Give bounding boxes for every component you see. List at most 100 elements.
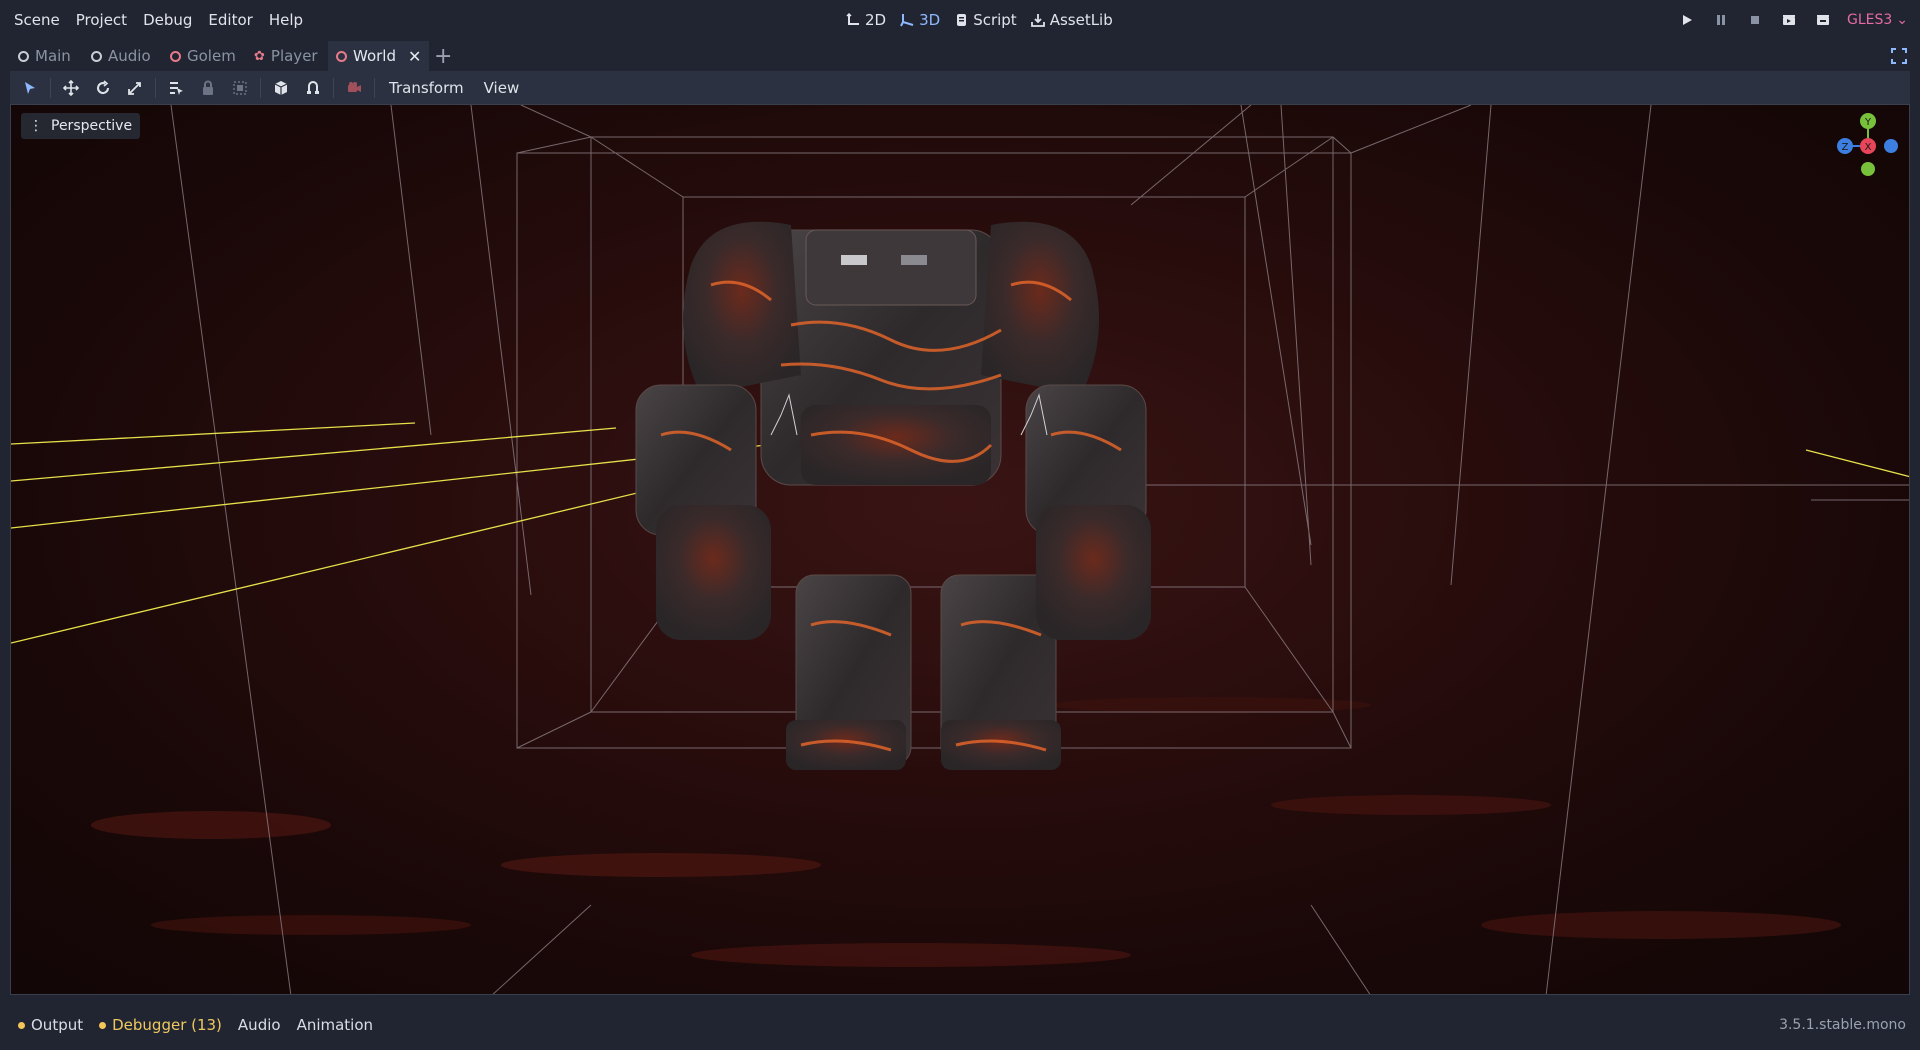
menu-scene[interactable]: Scene: [6, 11, 68, 29]
snap-button[interactable]: [297, 74, 329, 102]
tab-world-label: World: [353, 47, 396, 65]
workspace-switcher: 2D 3D Script AssetLib: [846, 0, 1113, 40]
lock-button[interactable]: [192, 74, 224, 102]
camera-icon: [348, 81, 361, 92]
play-scene-button[interactable]: [1779, 10, 1799, 30]
main-menu: Scene Project Debug Editor Help: [6, 0, 311, 40]
lock-icon: [203, 80, 213, 95]
play-button[interactable]: [1677, 10, 1697, 30]
renderer-label: GLES3: [1846, 12, 1893, 28]
view-gizmo[interactable]: Y Z X: [1833, 111, 1903, 181]
node-ring-icon: [91, 50, 102, 62]
gizmo-x-label: X: [1865, 142, 1872, 153]
script-icon: [957, 14, 967, 26]
menu-project[interactable]: Project: [68, 11, 135, 29]
group-icon: [233, 80, 247, 95]
node-ring-icon: [18, 50, 29, 62]
workspace-assetlib-button[interactable]: AssetLib: [1030, 11, 1113, 29]
stop-button[interactable]: [1745, 10, 1765, 30]
menu-editor[interactable]: Editor: [200, 11, 260, 29]
view-menu[interactable]: View: [474, 79, 530, 97]
toolbar-divider: [333, 77, 334, 98]
pause-button[interactable]: [1711, 10, 1731, 30]
tab-world[interactable]: World ✕: [328, 41, 430, 71]
close-icon[interactable]: ✕: [408, 47, 421, 66]
gizmo-neg-z-icon[interactable]: [1884, 139, 1898, 153]
menu-bar: Scene Project Debug Editor Help 2D 3D Sc…: [0, 0, 1920, 40]
add-tab-button[interactable]: +: [434, 41, 452, 71]
assetlib-icon: [1030, 14, 1045, 27]
tab-main[interactable]: Main: [10, 41, 79, 71]
play-custom-scene-button[interactable]: [1813, 10, 1833, 30]
tab-player-label: Player: [270, 47, 318, 65]
scale-icon: [128, 81, 141, 95]
move-icon: [63, 79, 79, 96]
2d-workspace-icon: [846, 13, 859, 25]
workspace-assetlib-label: AssetLib: [1049, 11, 1113, 29]
clapperboard-custom-icon: [1816, 15, 1829, 25]
node-ring-red-icon: [336, 50, 347, 62]
select-tool-button[interactable]: [14, 74, 46, 102]
toolbar-divider: [155, 77, 156, 98]
bottom-panel-bar: Output Debugger (13) Audio Animation 3.5…: [10, 1008, 1910, 1042]
renderer-select[interactable]: GLES3 ⌄: [1847, 12, 1908, 28]
group-button[interactable]: [224, 74, 256, 102]
rotate-tool-button[interactable]: [87, 74, 119, 102]
engine-version: 3.5.1.stable.mono: [1779, 1017, 1906, 1033]
perspective-label: Perspective: [51, 118, 133, 134]
gizmo-neg-y-icon[interactable]: [1861, 162, 1875, 176]
workspace-2d-button[interactable]: 2D: [846, 11, 886, 29]
kebab-menu-icon: ⋮: [29, 118, 43, 134]
transform-menu[interactable]: Transform: [379, 79, 474, 97]
output-tab[interactable]: Output: [10, 1016, 91, 1034]
workspace-script-label: Script: [973, 11, 1017, 29]
menu-debug[interactable]: Debug: [135, 11, 200, 29]
perspective-menu-button[interactable]: ⋮ Perspective: [21, 113, 141, 139]
audio-tab[interactable]: Audio: [230, 1016, 289, 1034]
warning-dot-icon: [18, 1021, 25, 1029]
scene-tabs: Main Audio Golem ✿ Player World ✕ +: [10, 41, 1910, 71]
viewport-3d[interactable]: ⋮ Perspective Y Z X: [10, 104, 1910, 995]
cursor-icon: [25, 81, 35, 94]
workspace-script-button[interactable]: Script: [954, 11, 1017, 29]
output-tab-label: Output: [31, 1016, 84, 1034]
snap-icon: [307, 80, 319, 94]
workspace-2d-label: 2D: [865, 11, 887, 29]
list-select-button[interactable]: [160, 74, 192, 102]
scale-tool-button[interactable]: [119, 74, 151, 102]
character-icon: ✿: [254, 48, 265, 64]
debugger-tab-label: Debugger (13): [112, 1016, 222, 1034]
play-icon: [1682, 15, 1692, 25]
camera-override-button[interactable]: [338, 74, 370, 102]
move-tool-button[interactable]: [55, 74, 87, 102]
gizmo-z-label: Z: [1842, 142, 1849, 153]
list-select-icon: [170, 81, 183, 95]
expand-icon: [1891, 48, 1907, 64]
toolbar-divider: [374, 77, 375, 98]
cube-icon: [274, 80, 288, 95]
tab-audio[interactable]: Audio: [83, 41, 159, 71]
animation-tab[interactable]: Animation: [289, 1016, 381, 1034]
tab-golem-label: Golem: [187, 47, 236, 65]
golem-model: [635, 221, 1151, 770]
tab-audio-label: Audio: [108, 47, 151, 65]
local-space-button[interactable]: [265, 74, 297, 102]
toolbar-divider: [260, 77, 261, 98]
warning-dot-icon: [99, 1021, 107, 1029]
tab-golem[interactable]: Golem: [162, 41, 244, 71]
gizmo-y-label: Y: [1864, 117, 1872, 128]
workspace-3d-button[interactable]: 3D: [900, 11, 940, 29]
viewport-toolbar: Transform View: [10, 71, 1910, 104]
workspace-3d-label: 3D: [919, 11, 941, 29]
tab-main-label: Main: [35, 47, 71, 65]
debugger-tab[interactable]: Debugger (13): [91, 1016, 230, 1034]
chevron-down-icon: ⌄: [1896, 12, 1908, 28]
scene-render: [11, 105, 1909, 994]
3d-workspace-icon: [900, 14, 914, 27]
distraction-free-button[interactable]: [1890, 47, 1908, 65]
stop-icon: [1750, 16, 1759, 24]
menu-help[interactable]: Help: [261, 11, 311, 29]
tab-player[interactable]: ✿ Player: [246, 41, 326, 71]
audio-tab-label: Audio: [237, 1016, 281, 1034]
pause-icon: [1716, 15, 1725, 25]
